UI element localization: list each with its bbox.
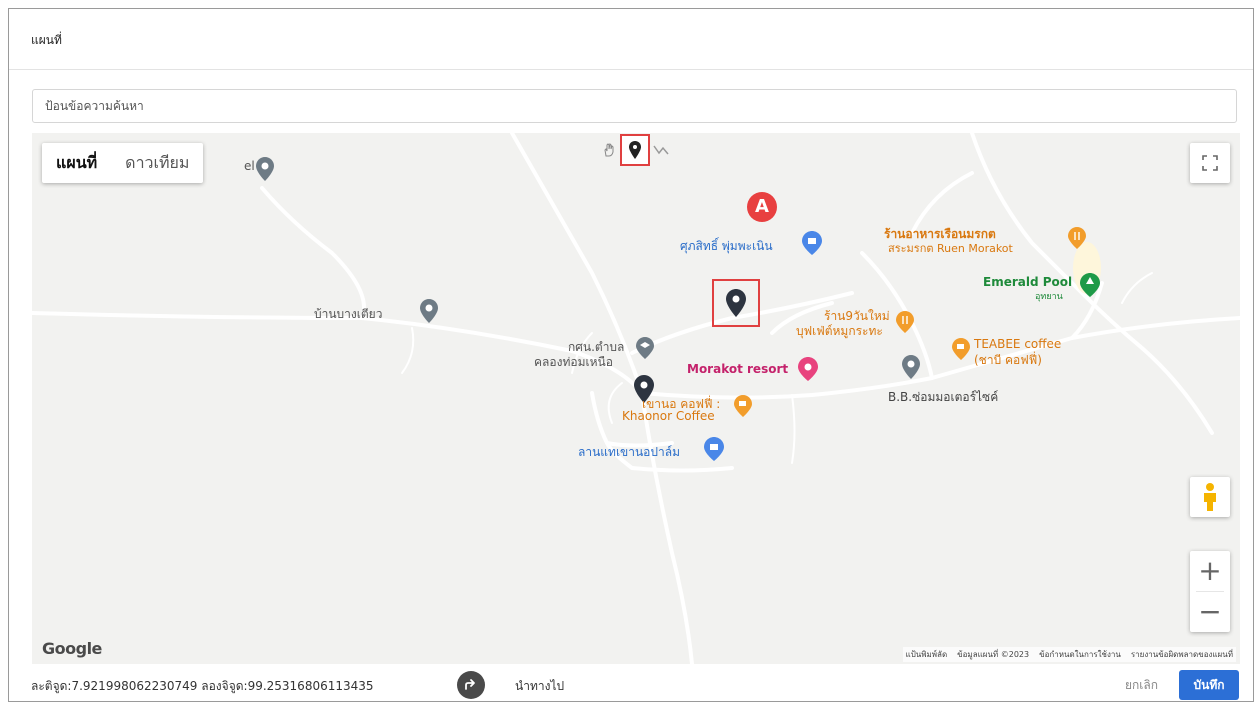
dialog-footer: ละติจูด:7.921998062230749 ลองจิจูด:99.25… (9, 665, 1253, 701)
school-pin-icon[interactable] (636, 337, 654, 363)
map-type-control: แผนที่ ดาวเทียม (42, 143, 204, 183)
polyline-icon[interactable] (650, 139, 672, 161)
map-label-teabee-2: (ชาบี คอฟฟี่) (974, 353, 1042, 367)
save-button[interactable]: บันทึก (1179, 670, 1239, 700)
attribution-data-text: ข้อมูลแผนที่ ©2023 (957, 650, 1030, 659)
map-label-morakot: Morakot resort (687, 362, 789, 376)
map-label-bb: B.B.ซ่อมมอเตอร์ไซค์ (888, 390, 999, 404)
drawing-toolbar (598, 134, 674, 166)
map-label-emerald-sub: อุทยาน (1035, 292, 1063, 302)
cancel-button[interactable]: ยกเลิก (1119, 671, 1164, 699)
map-type-map-button[interactable]: แผนที่ (42, 143, 111, 183)
map-label-kosn-2: คลองท่อมเหนือ (534, 355, 613, 369)
attribution-report-link[interactable]: รายงานข้อผิดพลาดของแผนที่ (1131, 648, 1233, 661)
dialog-title: แผนที่ (31, 33, 62, 47)
zoom-in-icon[interactable]: + (1190, 551, 1230, 591)
park-pin-icon[interactable] (1080, 273, 1100, 301)
store-pin-icon[interactable] (704, 437, 724, 465)
cafe-pin-icon[interactable] (734, 395, 752, 421)
hotel-pin-icon[interactable] (798, 357, 818, 385)
cafe-pin-icon[interactable] (952, 338, 970, 364)
store-pin-icon[interactable] (802, 231, 822, 259)
map-pin-gray-icon[interactable] (420, 299, 438, 327)
map-label-lan: ลานแทเขานอปาล์ม (578, 445, 681, 459)
marker-a-badge: A (747, 192, 777, 222)
map-label-r9-2: บุฟเฟ่ต์หมูกระทะ (796, 324, 883, 338)
navigate-icon[interactable] (457, 671, 485, 699)
hand-icon[interactable] (598, 139, 620, 161)
dialog-header: แผนที่ (9, 9, 1253, 70)
map-canvas[interactable]: แผนที่ ดาวเทียม + − A el ศุภสิทธิ์ พุ่มพ… (32, 133, 1240, 664)
coordinates-readout: ละติจูด:7.921998062230749 ลองจิจูด:99.25… (31, 679, 374, 693)
marker-icon[interactable] (620, 134, 650, 166)
map-type-satellite-button[interactable]: ดาวเทียม (111, 143, 203, 183)
restaurant-pin-icon[interactable] (1068, 227, 1086, 253)
map-label-sukasit: ศุภสิทธิ์ พุ่มพะเนิน (680, 239, 773, 253)
search-input[interactable] (32, 89, 1237, 123)
map-label-ban-bang: บ้านบางเตียว (314, 307, 383, 321)
map-label-khaonor-2: Khaonor Coffee (622, 409, 715, 423)
map-label-teabee-1: TEABEE coffee (974, 337, 1062, 351)
map-label-emerald: Emerald Pool (983, 275, 1073, 289)
map-pin-gray-icon[interactable] (256, 157, 274, 185)
zoom-control: + − (1190, 551, 1230, 632)
google-logo: Google (42, 639, 102, 658)
selected-location-marker[interactable] (712, 279, 760, 327)
attribution-shortcuts-link[interactable]: แป้นพิมพ์ลัด (906, 648, 948, 661)
map-label-ruen-en: สระมรกต Ruen Morakot (888, 242, 1013, 255)
fullscreen-icon[interactable] (1190, 143, 1230, 183)
attribution-terms-link[interactable]: ข้อกำหนดในการใช้งาน (1039, 648, 1121, 661)
zoom-out-icon[interactable]: − (1190, 592, 1230, 632)
restaurant-pin-icon[interactable] (896, 311, 914, 337)
map-dialog: แผนที่ ป้อนข้อความค้นหา แผนที่ ดาวเทียม … (8, 8, 1254, 702)
navigate-link[interactable]: นำทางไป (515, 677, 564, 696)
map-label-el: el (244, 159, 255, 173)
map-attribution: แป้นพิมพ์ลัด ข้อมูลแผนที่ ©2023 ข้อกำหนด… (902, 647, 1236, 662)
map-pin-gray-icon[interactable] (902, 355, 920, 383)
pegman-icon[interactable] (1190, 477, 1230, 517)
